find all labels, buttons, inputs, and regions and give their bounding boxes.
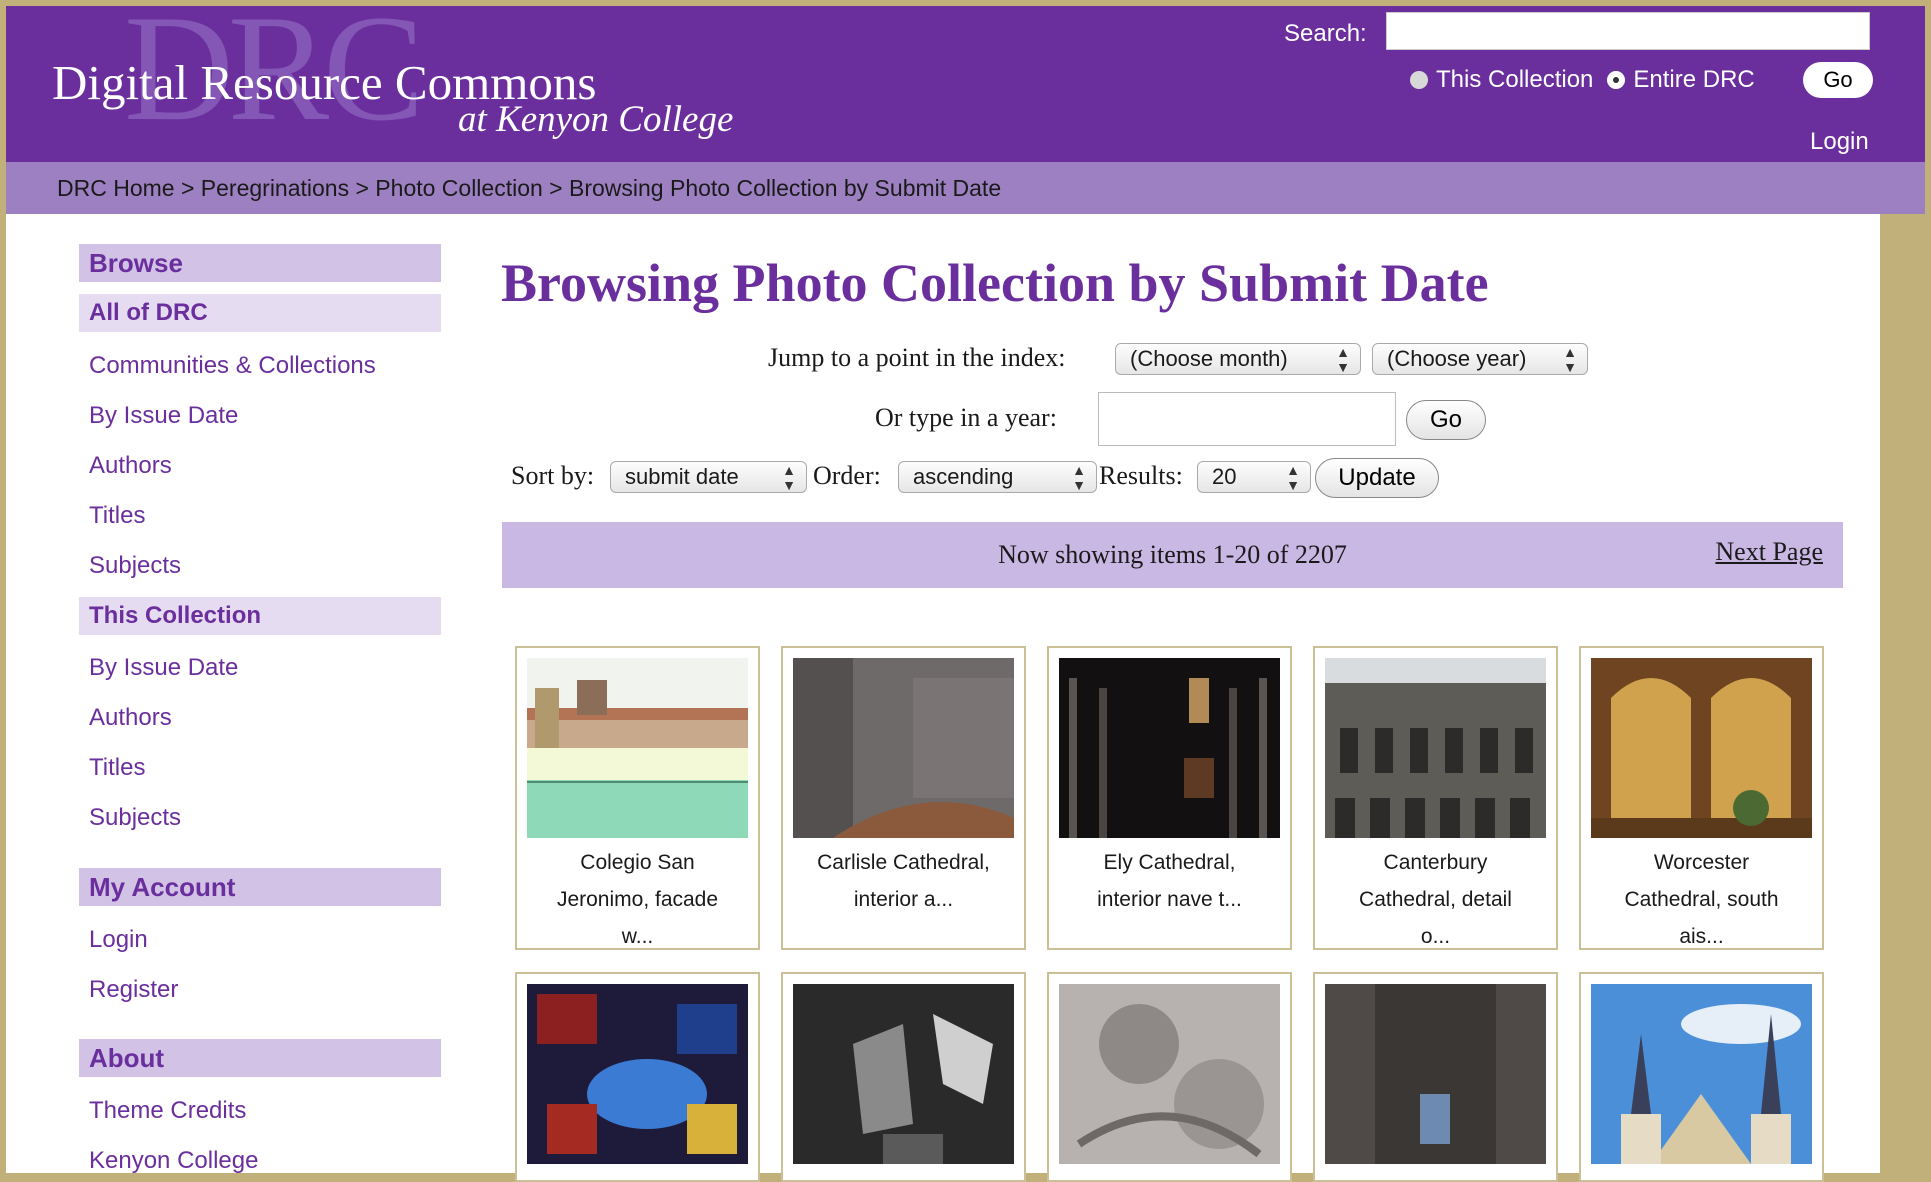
site-subtitle: at Kenyon College [458,99,734,140]
year-select-value: (Choose year) [1387,346,1527,371]
header-login-link[interactable]: Login [1810,128,1869,156]
results-select[interactable]: 20 ▲ ▼ [1197,461,1311,493]
item-caption-line: o... [1420,925,1451,948]
item-caption-line: Cathedral, south [1624,888,1779,911]
all-drc-heading: All of DRC [79,294,441,332]
item-caption[interactable]: Carlisle Cathedral, interior a... [789,844,1018,918]
site-header: DRC Digital Resource Commons at Kenyon C… [6,6,1925,162]
select-arrows-icon: ▲ ▼ [1563,344,1577,375]
item-caption-line: ais... [1679,925,1724,948]
breadcrumb[interactable]: DRC Home > Peregrinations > Photo Collec… [57,175,1001,202]
results-label: Results: [1099,461,1183,490]
month-select[interactable]: (Choose month) ▲ ▼ [1115,343,1361,375]
item-caption-line: interior nave t... [1097,888,1242,911]
update-button[interactable]: Update [1315,458,1439,498]
item-caption-line: Colegio San [580,851,695,874]
item-caption-line: Ely Cathedral, [1103,851,1236,874]
item-thumbnail[interactable] [1059,658,1280,838]
sidebar-item-login[interactable]: Login [89,926,148,954]
sort-label: Sort by: [511,461,595,490]
search-scope-group: This Collection Entire DRC [1410,66,1755,94]
item-thumbnail[interactable] [527,658,748,838]
item-thumbnail[interactable] [1059,984,1280,1164]
sidebar-item-register[interactable]: Register [89,976,178,1004]
item-card[interactable] [515,972,760,1182]
page-title: Browsing Photo Collection by Submit Date [501,253,1489,313]
year-input[interactable] [1098,392,1396,446]
item-caption-line: Carlisle Cathedral, [817,851,990,874]
search-input[interactable] [1386,12,1870,50]
sort-select-value: submit date [625,464,739,489]
item-caption-line: Canterbury [1383,851,1488,874]
my-account-heading: My Account [79,868,441,906]
item-caption-line: interior a... [853,888,954,911]
item-card[interactable] [1047,972,1292,1182]
item-caption-line: Jeronimo, facade [556,888,719,911]
item-caption-line: Cathedral, detail [1359,888,1512,911]
search-label: Search: [1284,20,1367,47]
item-thumbnail[interactable] [527,984,748,1164]
results-select-value: 20 [1212,464,1237,489]
item-caption-line: Worcester [1653,851,1750,874]
select-arrows-icon: ▲ ▼ [1336,344,1350,375]
main-content: Browse All of DRC Communities & Collecti… [6,214,1880,1182]
order-select-value: ascending [913,464,1014,489]
item-thumbnail[interactable] [793,658,1014,838]
month-select-value: (Choose month) [1130,346,1288,371]
about-heading: About [79,1039,441,1077]
item-caption[interactable]: Ely Cathedral, interior nave t... [1055,844,1284,918]
item-thumbnail[interactable] [1591,984,1812,1164]
sort-select[interactable]: submit date ▲ ▼ [610,461,807,493]
sidebar-item-issue-date[interactable]: By Issue Date [89,402,238,430]
item-caption[interactable]: Colegio San Jeronimo, facade w... [523,844,752,955]
item-caption[interactable]: Worcester Cathedral, south ais... [1587,844,1816,955]
this-collection-heading: This Collection [79,597,441,635]
order-label: Order: [813,461,881,490]
year-select[interactable]: (Choose year) ▲ ▼ [1372,343,1588,375]
results-status-bar: Now showing items 1-20 of 2207 Next Page [502,522,1843,588]
this-collection-radio[interactable] [1410,71,1428,89]
results-count-text: Now showing items 1-20 of 2207 [998,540,1347,569]
sidebar-item-authors[interactable]: Authors [89,452,172,480]
sidebar-item-collection-issue-date[interactable]: By Issue Date [89,654,238,682]
select-arrows-icon: ▲ ▼ [1072,462,1086,493]
item-card[interactable]: Ely Cathedral, interior nave t... [1047,646,1292,950]
item-card[interactable]: Carlisle Cathedral, interior a... [781,646,1026,950]
item-thumbnail[interactable] [1325,984,1546,1164]
item-card[interactable] [1313,972,1558,1182]
item-card[interactable] [781,972,1026,1182]
sidebar-item-collection-titles[interactable]: Titles [89,754,145,782]
entire-drc-label[interactable]: Entire DRC [1633,66,1754,94]
sidebar-item-titles[interactable]: Titles [89,502,145,530]
next-page-link[interactable]: Next Page [1715,537,1823,567]
item-card[interactable]: Worcester Cathedral, south ais... [1579,646,1824,950]
breadcrumb-bar: DRC Home > Peregrinations > Photo Collec… [6,162,1925,214]
item-caption-line: w... [621,925,654,948]
item-thumbnail[interactable] [1591,658,1812,838]
sidebar-item-communities[interactable]: Communities & Collections [89,352,376,380]
this-collection-label[interactable]: This Collection [1436,66,1593,94]
select-arrows-icon: ▲ ▼ [782,462,796,493]
item-card[interactable]: Colegio San Jeronimo, facade w... [515,646,760,950]
sidebar-item-collection-authors[interactable]: Authors [89,704,172,732]
item-thumbnail[interactable] [1325,658,1546,838]
item-thumbnail[interactable] [793,984,1014,1164]
sidebar-item-collection-subjects[interactable]: Subjects [89,804,181,832]
item-card[interactable] [1579,972,1824,1182]
order-select[interactable]: ascending ▲ ▼ [898,461,1097,493]
entire-drc-radio[interactable] [1607,71,1626,89]
sidebar-item-theme-credits[interactable]: Theme Credits [89,1097,246,1125]
sidebar-item-subjects[interactable]: Subjects [89,552,181,580]
search-go-button[interactable]: Go [1803,62,1873,98]
browse-heading: Browse [79,244,441,282]
jump-label: Jump to a point in the index: [768,343,1066,372]
sidebar-item-kenyon-college[interactable]: Kenyon College [89,1147,258,1175]
select-arrows-icon: ▲ ▼ [1286,462,1300,493]
item-card[interactable]: Canterbury Cathedral, detail o... [1313,646,1558,950]
item-caption[interactable]: Canterbury Cathedral, detail o... [1321,844,1550,955]
type-year-label: Or type in a year: [875,403,1057,432]
jump-go-button[interactable]: Go [1406,400,1486,440]
